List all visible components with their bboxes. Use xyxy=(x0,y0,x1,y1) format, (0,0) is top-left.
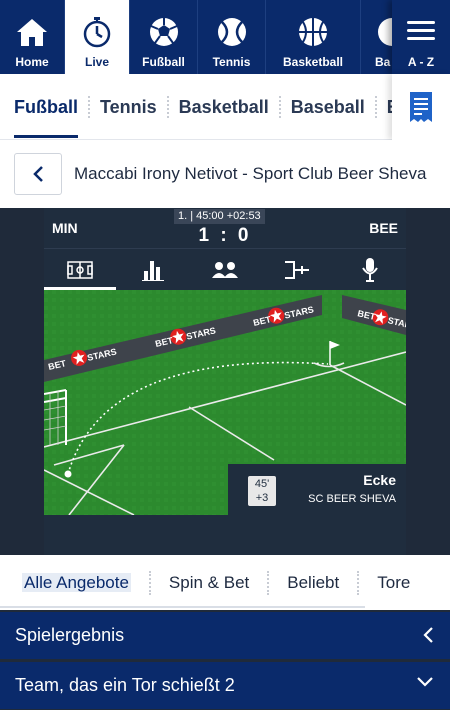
tracker-tab-stats[interactable] xyxy=(116,249,188,290)
tab-football[interactable]: Fußball xyxy=(14,96,90,138)
nav-tennis-label: Tennis xyxy=(212,55,251,69)
tracker-tab-lineups[interactable] xyxy=(189,249,261,290)
tab-tennis[interactable]: Tennis xyxy=(90,96,169,118)
tab-baseball[interactable]: Baseball xyxy=(281,96,377,118)
betslip-button[interactable] xyxy=(392,74,450,140)
ball-position xyxy=(64,470,72,478)
nav-baseball-label: Ba xyxy=(375,55,391,69)
event-panel: 45' +3 Ecke SC BEER SHEVA xyxy=(228,464,406,515)
tab-basketball[interactable]: Basketball xyxy=(169,96,281,118)
tracker-tab-pitch[interactable] xyxy=(44,249,117,290)
sports-nav-bar: Home Live Fußball Tennis Basketball Ba A… xyxy=(0,0,450,74)
offer-tab-goals[interactable]: Tore xyxy=(359,571,428,595)
a-z-menu-button[interactable]: A - Z xyxy=(392,0,450,74)
tab-ice-hockey[interactable]: Ei xyxy=(377,96,392,118)
away-team-short: BEE xyxy=(369,220,398,236)
chevron-left-icon xyxy=(33,166,43,182)
market-team-to-score[interactable]: Team, das ein Tor schießt 2 xyxy=(0,662,450,709)
microphone-icon xyxy=(361,257,378,282)
chevron-left-icon xyxy=(423,627,433,643)
offer-tab-all[interactable]: Alle Angebote xyxy=(4,570,151,595)
back-button[interactable] xyxy=(14,153,62,195)
match-score: 1 : 0 xyxy=(198,225,252,246)
market-match-result[interactable]: Spielergebnis xyxy=(0,612,450,659)
market-title: Spielergebnis xyxy=(15,625,125,645)
tracker-tabs xyxy=(44,248,406,290)
live-match-tracker: MIN 1. | 45:00 +02:53 1 : 0 BEE BET STAR… xyxy=(44,208,406,555)
nav-football-label: Fußball xyxy=(142,55,185,69)
nav-basketball[interactable]: Basketball xyxy=(266,0,361,74)
match-header: Maccabi Irony Netivot - Sport Club Beer … xyxy=(0,140,450,208)
a-z-label: A - Z xyxy=(407,55,435,69)
event-team: SC BEER SHEVA xyxy=(308,493,396,505)
bracket-icon xyxy=(285,260,310,279)
betslip-icon xyxy=(410,92,432,122)
event-added-time: +3 xyxy=(255,492,269,504)
event-minute: 45' xyxy=(254,478,270,490)
nav-live[interactable]: Live xyxy=(65,0,130,74)
pitch-icon xyxy=(67,260,93,279)
nav-home[interactable]: Home xyxy=(0,0,65,74)
chevron-down-icon xyxy=(417,677,433,687)
stats-icon xyxy=(141,260,164,281)
hamburger-icon xyxy=(407,16,435,45)
event-name: Ecke xyxy=(363,472,396,488)
sport-tabs: Fußball Tennis Basketball Baseball Ei xyxy=(0,74,450,140)
offer-tab-spin-bet[interactable]: Spin & Bet xyxy=(151,570,270,595)
nav-home-label: Home xyxy=(15,55,49,69)
nav-live-label: Live xyxy=(84,55,109,69)
offer-tabs: Alle Angebote Spin & Bet Beliebt Tore xyxy=(0,555,450,610)
stopwatch-icon xyxy=(80,15,114,49)
scoreboard: MIN 1. | 45:00 +02:53 1 : 0 BEE xyxy=(44,208,406,248)
market-title: Team, das ein Tor schießt 2 xyxy=(15,675,235,695)
match-clock: 1. | 45:00 +02:53 xyxy=(174,209,265,224)
basketball-icon xyxy=(296,15,330,49)
nav-football[interactable]: Fußball xyxy=(130,0,198,74)
lineups-icon xyxy=(212,261,239,278)
offer-tab-popular[interactable]: Beliebt xyxy=(269,570,360,595)
offer-tab-all-label: Alle Angebote xyxy=(22,572,131,592)
offer-tabs-scroll-indicator xyxy=(0,606,365,608)
tracker-tab-bracket[interactable] xyxy=(261,249,333,290)
soccer-ball-icon xyxy=(147,15,181,49)
nav-tennis[interactable]: Tennis xyxy=(198,0,266,74)
event-minute-badge: 45' +3 xyxy=(248,476,276,506)
home-icon xyxy=(15,15,49,49)
match-title: Maccabi Irony Netivot - Sport Club Beer … xyxy=(74,164,427,183)
tennis-ball-icon xyxy=(215,15,249,49)
tracker-tab-commentary[interactable] xyxy=(334,249,406,290)
tracker-footer xyxy=(44,515,406,555)
nav-basketball-label: Basketball xyxy=(282,55,344,69)
